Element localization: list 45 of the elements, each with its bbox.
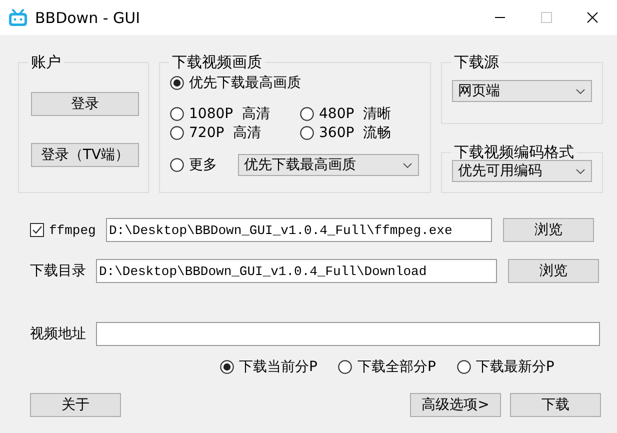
path-field[interactable]: D:\Desktop\BBDown_GUI_v1.0.4_Full\Download — [96, 259, 497, 283]
radio-button[interactable] — [170, 107, 184, 121]
radio-button[interactable] — [300, 126, 314, 140]
dropdown[interactable]: 优先可用编码 — [452, 160, 592, 182]
dropdown[interactable]: 优先下载最高画质 — [238, 154, 419, 176]
radio-button[interactable] — [300, 107, 314, 121]
radio-button[interactable] — [456, 360, 471, 374]
chevron-icon — [576, 168, 585, 174]
radio-label[interactable]: 720P 高清 — [189, 124, 262, 142]
field-label: 下载目录 — [30, 262, 87, 280]
chevron-icon — [576, 88, 585, 94]
radio-label[interactable]: 360P 流畅 — [319, 124, 392, 142]
radio-button[interactable] — [170, 158, 184, 172]
chevron-icon — [403, 162, 412, 168]
radio-button[interactable] — [338, 360, 352, 374]
radio-label[interactable]: 更多 — [189, 156, 217, 174]
radio-button[interactable] — [170, 126, 184, 140]
window-title: BBDown - GUI — [35, 8, 142, 26]
radio-button[interactable] — [170, 76, 184, 90]
download-button[interactable]: 下载 — [510, 393, 601, 417]
group-title: 下载源 — [453, 54, 500, 70]
field-label: 视频地址 — [30, 325, 87, 343]
group-title: 账户 — [30, 54, 62, 70]
browse-button[interactable]: 浏览 — [508, 259, 599, 283]
radio-label[interactable]: 1080P 高清 — [189, 105, 270, 123]
radio-label[interactable]: 优先下载最高画质 — [189, 74, 301, 92]
about-button[interactable]: 关于 — [30, 393, 121, 417]
checkbox[interactable] — [30, 223, 44, 237]
group-title: 下载视频编码格式 — [453, 144, 575, 160]
radio-label[interactable]: 480P 清晰 — [319, 105, 392, 123]
dropdown[interactable]: 网页端 — [452, 80, 592, 102]
advanced-options-button[interactable]: 高级选项> — [410, 393, 501, 417]
login-button[interactable]: 登录 — [31, 92, 139, 116]
radio-label[interactable]: 下载全部分P — [357, 358, 436, 376]
app-icon — [8, 8, 28, 26]
checkbox-label[interactable]: ffmpeg — [49, 222, 106, 238]
radio-button[interactable] — [220, 360, 234, 374]
radio-label[interactable]: 下载最新分P — [476, 358, 554, 376]
group-title: 下载视频画质 — [171, 54, 263, 70]
path-field[interactable]: D:\Desktop\BBDown_GUI_v1.0.4_Full\ffmpeg.exe — [106, 218, 492, 242]
browse-button[interactable]: 浏览 — [503, 218, 594, 242]
radio-label[interactable]: 下载当前分P — [239, 358, 318, 376]
url-field[interactable] — [96, 322, 600, 346]
login-button[interactable]: 登录（TV端） — [31, 143, 139, 167]
close-icon[interactable] — [586, 12, 598, 23]
